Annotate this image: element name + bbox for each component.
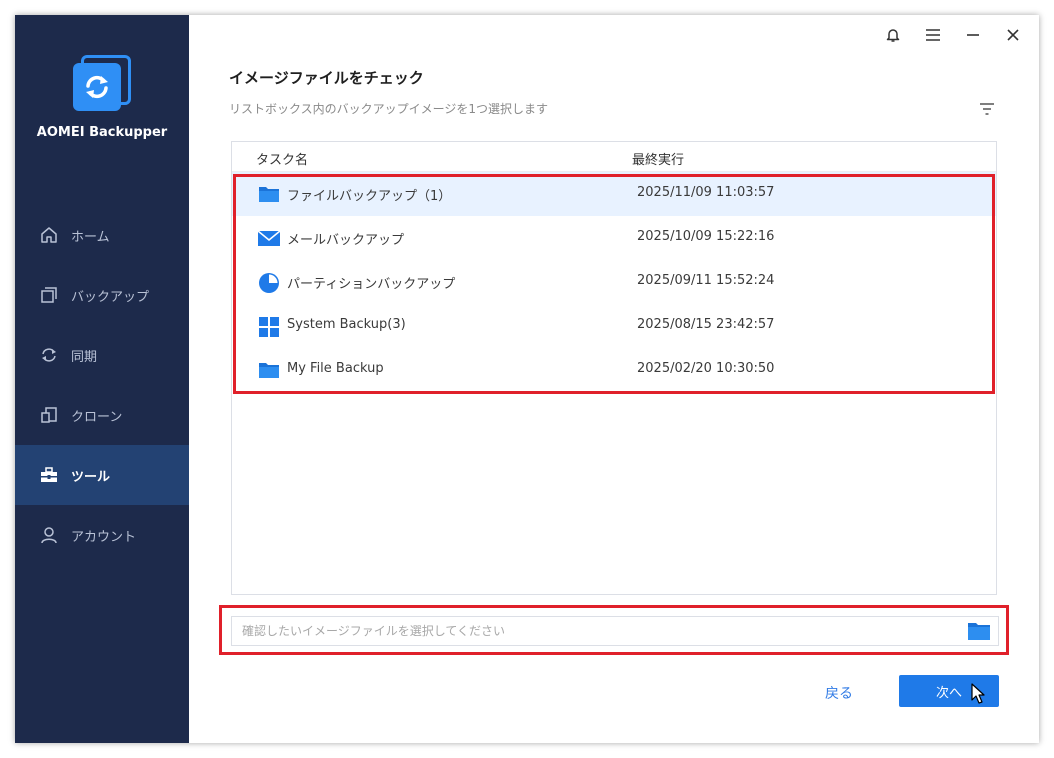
backup-task-table: タスク名 最終実行 ファイルバックアップ（1） 2025/11/09 11:03… [231, 141, 997, 595]
table-row[interactable]: パーティションバックアップ 2025/09/11 15:52:24 [232, 260, 996, 304]
app-logo-icon [73, 55, 131, 113]
sidebar-item-label: 同期 [71, 349, 98, 365]
back-button[interactable]: 戻る [825, 683, 853, 703]
toolbox-icon [39, 465, 59, 485]
column-header-task-name[interactable]: タスク名 [256, 149, 308, 168]
sidebar-item-label: バックアップ [71, 289, 150, 305]
sidebar-item-label: アカウント [71, 529, 137, 545]
last-run-time: 2025/11/09 11:03:57 [637, 185, 775, 200]
sidebar: AOMEI Backupper ホーム バックアップ 同期 クローン ツール ア… [15, 15, 189, 743]
sidebar-nav: ホーム バックアップ 同期 クローン ツール アカウント [15, 205, 189, 565]
sidebar-item-home[interactable]: ホーム [15, 205, 189, 265]
last-run-time: 2025/10/09 15:22:16 [637, 229, 775, 244]
table-header: タスク名 最終実行 [232, 142, 996, 172]
sidebar-item-label: ホーム [71, 229, 110, 245]
page-title: イメージファイルをチェック [229, 69, 424, 87]
main-panel: イメージファイルをチェック リストボックス内のバックアップイメージを1つ選択しま… [189, 15, 1039, 743]
sidebar-item-sync[interactable]: 同期 [15, 325, 189, 385]
app-name: AOMEI Backupper [36, 125, 168, 140]
mouse-cursor-icon [971, 683, 985, 709]
backup-icon [39, 285, 59, 305]
browse-folder-icon[interactable] [967, 621, 991, 641]
filter-icon[interactable] [979, 100, 997, 116]
sidebar-item-label: ツール [71, 469, 111, 485]
sidebar-item-label: クローン [71, 409, 123, 425]
last-run-time: 2025/08/15 23:42:57 [637, 317, 775, 332]
table-row[interactable]: メールバックアップ 2025/10/09 15:22:16 [232, 216, 996, 260]
clone-icon [39, 405, 59, 425]
sidebar-item-backup[interactable]: バックアップ [15, 265, 189, 325]
table-rows: ファイルバックアップ（1） 2025/11/09 11:03:57 メールバック… [232, 172, 996, 392]
windows-icon [258, 316, 280, 337]
task-name: パーティションバックアップ [287, 277, 456, 292]
table-row[interactable]: My File Backup 2025/02/20 10:30:50 [232, 348, 996, 392]
user-icon [39, 525, 59, 545]
sidebar-item-clone[interactable]: クローン [15, 385, 189, 445]
folder-icon [258, 184, 280, 204]
partition-icon [258, 272, 280, 293]
last-run-time: 2025/09/11 15:52:24 [637, 273, 775, 288]
last-run-time: 2025/02/20 10:30:50 [637, 361, 775, 376]
home-icon [39, 225, 59, 245]
sidebar-item-tools[interactable]: ツール [15, 445, 189, 505]
image-file-path-input[interactable] [231, 616, 999, 646]
table-row[interactable]: ファイルバックアップ（1） 2025/11/09 11:03:57 [232, 172, 996, 216]
task-name: System Backup(3) [287, 317, 406, 332]
sync-icon [39, 345, 59, 365]
task-name: メールバックアップ [287, 233, 405, 248]
table-row[interactable]: System Backup(3) 2025/08/15 23:42:57 [232, 304, 996, 348]
sidebar-item-account[interactable]: アカウント [15, 505, 189, 565]
app-window: AOMEI Backupper ホーム バックアップ 同期 クローン ツール ア… [15, 15, 1039, 743]
folder-icon [258, 360, 280, 380]
column-header-last-run[interactable]: 最終実行 [632, 149, 684, 168]
task-name: ファイルバックアップ（1） [287, 189, 452, 204]
task-name: My File Backup [287, 361, 384, 376]
path-highlight-box [219, 605, 1009, 655]
page-subtitle: リストボックス内のバックアップイメージを1つ選択します [229, 102, 549, 116]
mail-icon [257, 228, 281, 248]
